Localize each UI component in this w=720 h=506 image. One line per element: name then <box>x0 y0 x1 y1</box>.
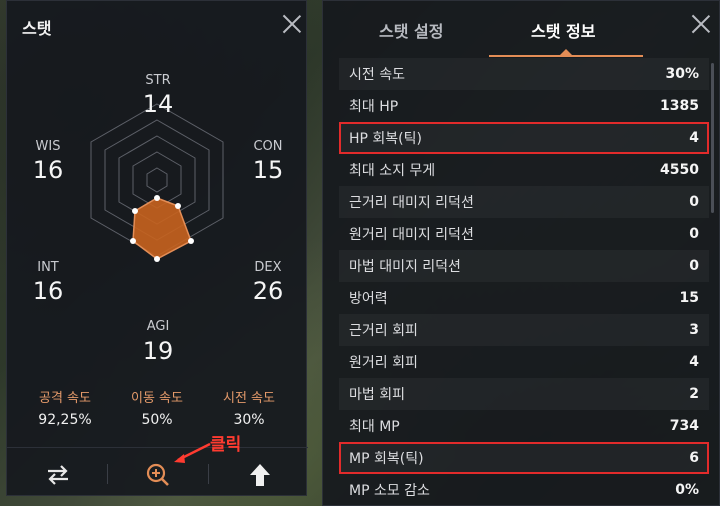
stat-label-dex: DEX <box>254 260 282 275</box>
speed-value: 30% <box>233 412 265 428</box>
stat-info-list[interactable]: 시전 속도 30% 최대 HP 1385 HP 회복(틱) 4 최대 소지 무게 455… <box>339 58 709 506</box>
row-name: MP 회복(틱) <box>349 451 424 467</box>
speed-summary: 공격 속도 92,25% 이동 속도 50% 시전 속도 30% <box>7 387 308 437</box>
row-value: 0 <box>689 194 699 210</box>
speed-label: 시전 속도 <box>223 391 275 406</box>
row-value: 6 <box>689 450 699 466</box>
row-name: 최대 MP <box>349 419 400 435</box>
stat-window: 스탯 STR 14 CON 15 DEX 26 AGI 19 INT 16 WI… <box>6 0 308 497</box>
stat-value-con: 15 <box>252 156 284 184</box>
annotation-arrow <box>174 442 211 463</box>
stat-value-str: 14 <box>142 90 174 118</box>
row-name: 마법 대미지 리덕션 <box>349 259 461 275</box>
list-item: 최대 HP 1385 <box>339 90 709 122</box>
click-annotation: 클릭 <box>210 435 242 455</box>
row-value: 30% <box>665 66 699 82</box>
row-value: 0 <box>689 226 699 242</box>
row-value: 734 <box>669 418 699 434</box>
close-icon[interactable] <box>282 14 302 34</box>
swap-arrows-icon[interactable] <box>44 462 72 488</box>
close-icon[interactable] <box>691 14 711 34</box>
speed-label: 공격 속도 <box>39 391 91 406</box>
row-value: 2 <box>689 386 699 402</box>
stat-value-agi: 19 <box>142 337 174 365</box>
stat-label-agi: AGI <box>146 319 170 334</box>
list-item: 근거리 대미지 리덕션 0 <box>339 186 709 218</box>
stat-label-int: INT <box>37 260 59 275</box>
list-item: 시전 속도 30% <box>339 58 709 90</box>
row-name: 최대 HP <box>349 99 399 115</box>
radar-stat-shape <box>132 197 192 260</box>
attack-speed: 공격 속도 92,25% <box>20 387 110 428</box>
row-name: 원거리 대미지 리덕션 <box>349 227 474 243</box>
row-name: 최대 소지 무게 <box>349 163 436 179</box>
upgrade-arrow-icon[interactable] <box>246 462 274 488</box>
panel-footer <box>7 447 308 497</box>
stat-value-int: 16 <box>32 277 64 305</box>
list-item: 방어력 15 <box>339 282 709 314</box>
row-name: MP 소모 감소 <box>349 483 430 499</box>
cast-speed: 시전 속도 30% <box>204 387 294 428</box>
stat-label-con: CON <box>253 139 283 154</box>
stat-info-window: 스탯 설정 스탯 정보 시전 속도 30% 최대 HP 1385 HP 회복(틱) 4… <box>322 0 720 506</box>
row-value: 4 <box>689 130 699 146</box>
list-item: 마법 회피 2 <box>339 378 709 410</box>
speed-label: 이동 속도 <box>131 391 183 406</box>
move-speed: 이동 속도 50% <box>112 387 202 428</box>
list-item: 원거리 회피 4 <box>339 346 709 378</box>
scrollbar[interactable] <box>711 63 714 213</box>
list-item-highlighted: MP 회복(틱) 6 <box>339 442 709 474</box>
list-item: 원거리 대미지 리덕션 0 <box>339 218 709 250</box>
stat-value-dex: 26 <box>252 277 284 305</box>
row-name: 마법 회피 <box>349 387 405 403</box>
active-tab-indicator <box>489 55 643 57</box>
row-name: 근거리 회피 <box>349 323 418 339</box>
list-item-highlighted: HP 회복(틱) 4 <box>339 122 709 154</box>
row-value: 15 <box>679 290 699 306</box>
row-name: HP 회복(틱) <box>349 131 422 147</box>
row-value: 1385 <box>660 98 699 114</box>
zoom-in-icon[interactable] <box>144 462 172 488</box>
row-name: 근거리 대미지 리덕션 <box>349 195 474 211</box>
row-name: 방어력 <box>349 291 388 307</box>
row-value: 0 <box>689 258 699 274</box>
row-value: 4 <box>689 354 699 370</box>
stat-value-wis: 16 <box>32 156 64 184</box>
row-value: 0% <box>675 482 699 498</box>
list-item: 마법 대미지 리덕션 0 <box>339 250 709 282</box>
list-item: MP 소모 감소 0% <box>339 474 709 506</box>
active-tab-caret <box>560 49 572 55</box>
stat-label-wis: WIS <box>35 139 61 154</box>
row-name: 원거리 회피 <box>349 355 418 371</box>
list-item: 근거리 회피 3 <box>339 314 709 346</box>
divider <box>107 464 108 484</box>
tab-stat-info[interactable]: 스탯 정보 <box>531 18 595 42</box>
row-value: 4550 <box>660 162 699 178</box>
tab-stat-settings[interactable]: 스탯 설정 <box>379 18 443 42</box>
row-value: 3 <box>689 322 699 338</box>
row-name: 시전 속도 <box>349 67 405 83</box>
speed-value: 92,25% <box>38 412 92 428</box>
window-title: 스탯 <box>22 19 52 38</box>
list-item: 최대 소지 무게 4550 <box>339 154 709 186</box>
list-item: 최대 MP 734 <box>339 410 709 442</box>
stat-label-str: STR <box>145 73 171 88</box>
speed-value: 50% <box>141 412 173 428</box>
